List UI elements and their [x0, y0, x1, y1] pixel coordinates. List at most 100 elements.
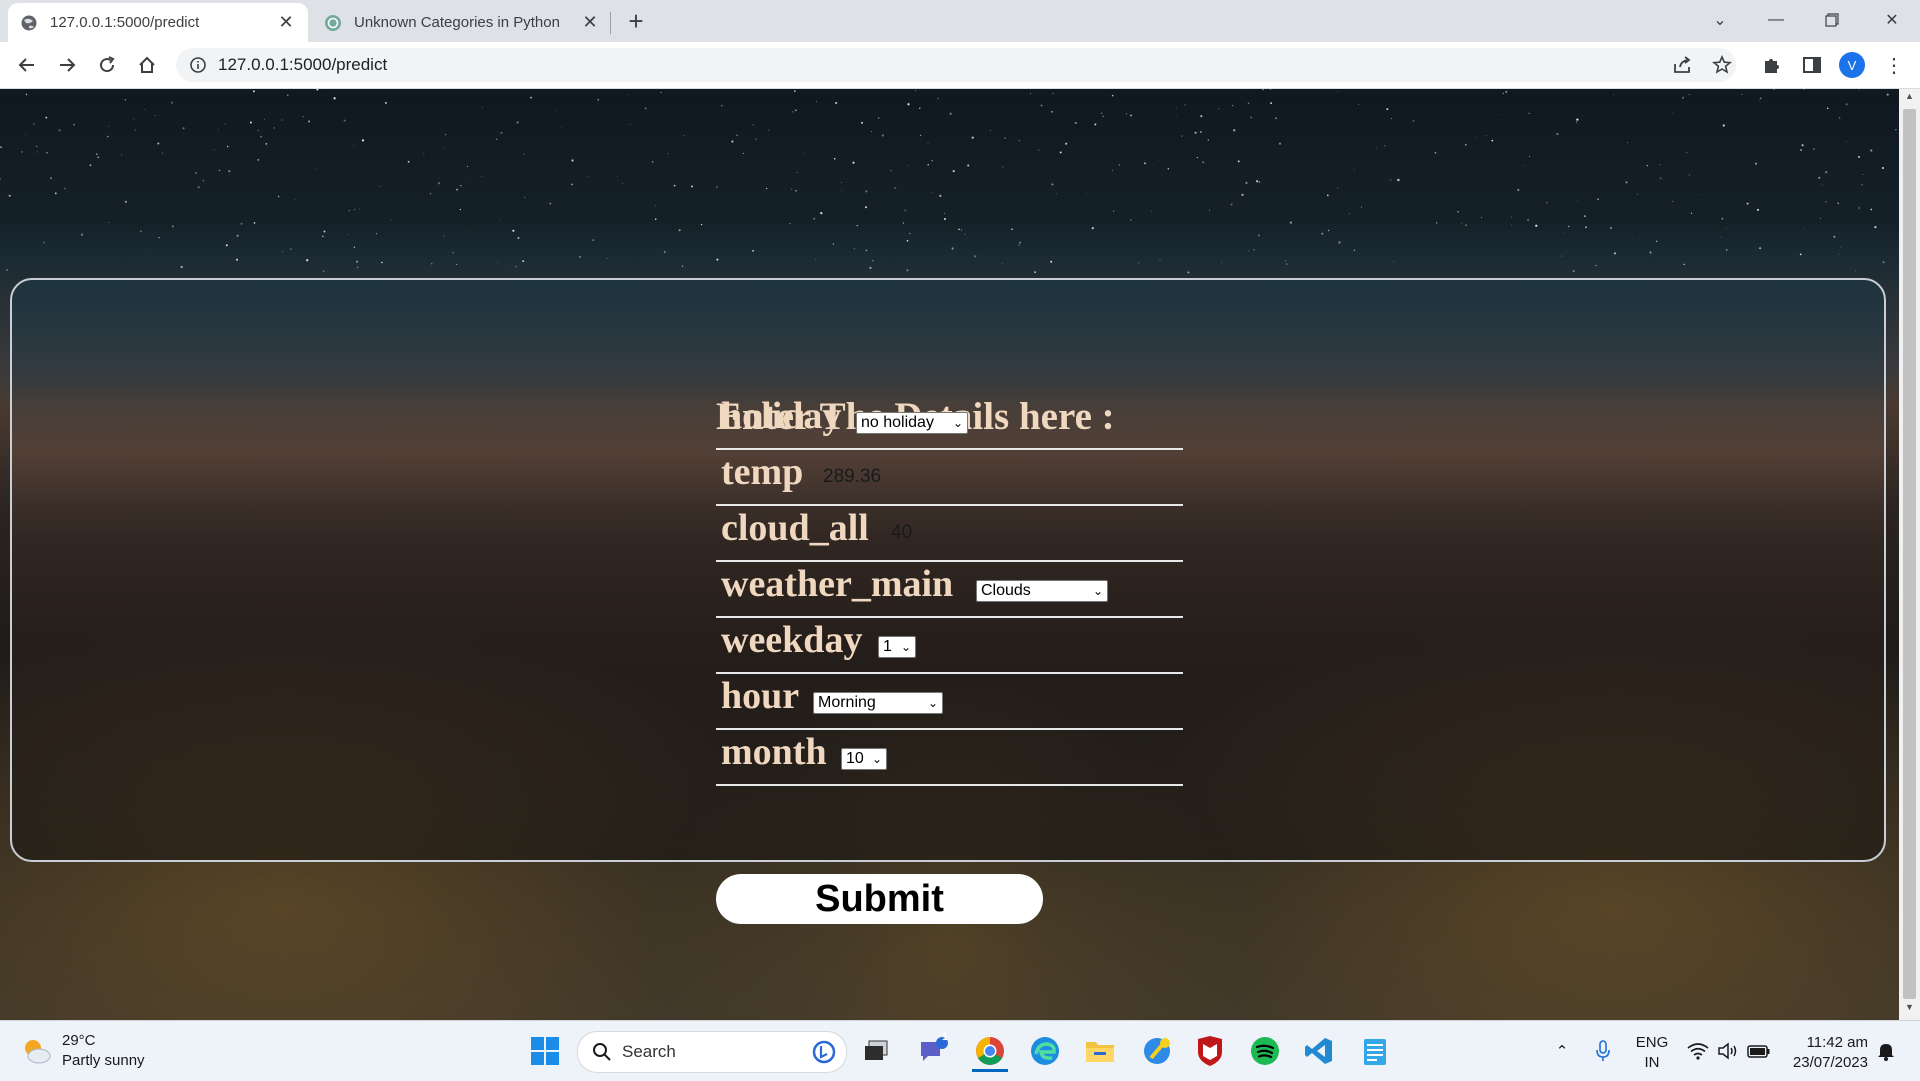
holiday-select[interactable]: no holiday ⌄ — [856, 412, 968, 434]
search-placeholder: Search — [622, 1042, 676, 1061]
system-clock[interactable]: 11:42 am 23/07/2023 — [1780, 1033, 1868, 1073]
field-label: weekday — [721, 619, 863, 661]
select-value: 10 — [846, 750, 864, 767]
chevron-down-icon: ⌄ — [1092, 584, 1104, 598]
more-menu-icon[interactable]: ⋮ — [1880, 51, 1908, 79]
select-value: no holiday — [861, 414, 934, 431]
field-row-cloud-all: cloud_all 40 — [716, 504, 1183, 562]
chevron-down-icon: ⌄ — [927, 696, 939, 710]
starry-sky-background — [0, 89, 1897, 275]
select-value: Clouds — [981, 582, 1031, 599]
chatgpt-icon — [325, 14, 341, 31]
field-label: temp — [721, 451, 804, 493]
input-language-indicator[interactable]: ENG IN — [1632, 1033, 1672, 1073]
bing-icon[interactable] — [812, 1040, 836, 1064]
field-label: cloud_all — [721, 507, 869, 549]
profile-avatar[interactable]: V — [1839, 52, 1865, 78]
clock-date: 23/07/2023 — [1792, 1054, 1868, 1071]
lang-line-2: IN — [1644, 1054, 1660, 1071]
field-label: holiday — [721, 395, 842, 437]
scrollbar-thumb[interactable] — [1903, 109, 1916, 999]
select-value: 1 — [883, 638, 892, 655]
vertical-scrollbar[interactable]: ▲ ▼ — [1899, 89, 1920, 1020]
weather-temp: 29°C — [62, 1032, 96, 1049]
partly-sunny-icon — [25, 1040, 51, 1064]
page-viewport: Enter The Details here : holidayno holid… — [0, 89, 1899, 1020]
edge-icon[interactable] — [1027, 1033, 1063, 1069]
cloud-all-input[interactable]: 40 — [891, 522, 912, 544]
notepad-icon[interactable] — [1357, 1033, 1393, 1069]
close-tab-icon[interactable]: ✕ — [276, 12, 296, 33]
url-text: 127.0.0.1:5000/predict — [218, 55, 388, 74]
chrome-icon[interactable] — [972, 1033, 1008, 1072]
chevron-down-icon: ⌄ — [900, 640, 912, 654]
python-idle-icon[interactable] — [1139, 1033, 1175, 1069]
new-tab-plus-icon[interactable]: + — [620, 6, 652, 38]
field-label: month — [721, 731, 827, 773]
restore-icon[interactable] — [1808, 0, 1856, 40]
windows-taskbar: 29°C Partly sunny Search 1 ⌃ ENG IN 11:4… — [0, 1020, 1920, 1081]
battery-icon[interactable] — [1746, 1021, 1772, 1081]
clock-time: 11:42 am — [1806, 1034, 1868, 1051]
close-tab-icon[interactable]: ✕ — [580, 12, 600, 33]
home-icon[interactable] — [133, 51, 161, 79]
globe-icon — [21, 15, 37, 30]
field-label: weather_main — [721, 563, 954, 605]
weekday-select[interactable]: 1 ⌄ — [878, 636, 916, 658]
tab-divider — [610, 12, 611, 34]
select-value: Morning — [818, 694, 876, 711]
submit-button[interactable]: Submit — [716, 874, 1043, 924]
tab-strip: 127.0.0.1:5000/predict ✕ Unknown Categor… — [0, 0, 1920, 42]
weather-widget[interactable]: 29°C Partly sunny — [20, 1029, 145, 1073]
chevron-down-icon: ⌄ — [952, 416, 964, 430]
browser-toolbar: 127.0.0.1:5000/predict V ⋮ — [0, 42, 1920, 89]
bookmark-star-icon[interactable] — [1708, 51, 1736, 79]
share-icon[interactable] — [1668, 51, 1696, 79]
microphone-icon[interactable] — [1592, 1021, 1614, 1081]
extensions-puzzle-icon[interactable] — [1758, 51, 1786, 79]
search-icon — [593, 1043, 611, 1061]
teams-chat-icon[interactable]: 1 — [915, 1031, 951, 1069]
field-row-weekday: weekday 1 ⌄ — [716, 616, 1183, 674]
teams-badge: 1 — [942, 1031, 949, 1043]
scroll-down-arrow-icon[interactable]: ▼ — [1899, 1002, 1920, 1018]
side-panel-icon[interactable] — [1798, 51, 1826, 79]
hour-select[interactable]: Morning ⌄ — [813, 692, 943, 714]
windows-start-icon[interactable] — [527, 1033, 563, 1069]
chevron-down-icon: ⌄ — [871, 752, 883, 766]
field-row-month: month 10 ⌄ — [716, 728, 1183, 786]
tab-unknown-categories[interactable]: Unknown Categories in Python ✕ — [312, 3, 612, 42]
field-row-holiday: holiday no holiday ⌄ — [716, 392, 1183, 450]
notification-bell-icon[interactable] — [1874, 1021, 1898, 1081]
tab-search-chevron-icon[interactable]: ⌄ — [1696, 0, 1744, 40]
address-bar[interactable]: 127.0.0.1:5000/predict — [176, 48, 1736, 82]
field-row-temp: temp 289.36 — [716, 448, 1183, 506]
month-select[interactable]: 10 ⌄ — [841, 748, 887, 770]
weather-desc: Partly sunny — [62, 1052, 145, 1069]
close-window-icon[interactable]: ✕ — [1868, 0, 1916, 40]
show-hidden-icons-chevron-icon[interactable]: ⌃ — [1552, 1021, 1572, 1081]
task-view-icon[interactable] — [858, 1033, 894, 1069]
spotify-icon[interactable] — [1247, 1033, 1283, 1069]
forward-arrow-icon[interactable] — [53, 51, 81, 79]
vscode-icon[interactable] — [1301, 1033, 1337, 1069]
speaker-volume-icon[interactable] — [1716, 1021, 1740, 1081]
temp-input[interactable]: 289.36 — [823, 466, 881, 488]
weather-main-select[interactable]: Clouds ⌄ — [976, 580, 1108, 602]
mcafee-shield-icon[interactable] — [1192, 1033, 1228, 1069]
scroll-up-arrow-icon[interactable]: ▲ — [1899, 91, 1920, 107]
field-row-hour: hour Morning ⌄ — [716, 672, 1183, 730]
file-explorer-icon[interactable] — [1082, 1033, 1118, 1069]
lang-line-1: ENG — [1635, 1034, 1669, 1051]
wifi-icon[interactable] — [1686, 1021, 1710, 1081]
reload-icon[interactable] — [93, 51, 121, 79]
field-label: hour — [721, 675, 800, 717]
site-info-icon[interactable] — [189, 56, 207, 74]
minimize-icon[interactable]: — — [1752, 0, 1800, 40]
tab-predict[interactable]: 127.0.0.1:5000/predict ✕ — [8, 3, 308, 42]
tab-title: Unknown Categories in Python — [354, 14, 560, 31]
field-row-weather-main: weather_main Clouds ⌄ — [716, 560, 1183, 618]
back-arrow-icon[interactable] — [13, 51, 41, 79]
taskbar-search[interactable]: Search — [577, 1031, 847, 1073]
tab-title: 127.0.0.1:5000/predict — [50, 14, 200, 31]
